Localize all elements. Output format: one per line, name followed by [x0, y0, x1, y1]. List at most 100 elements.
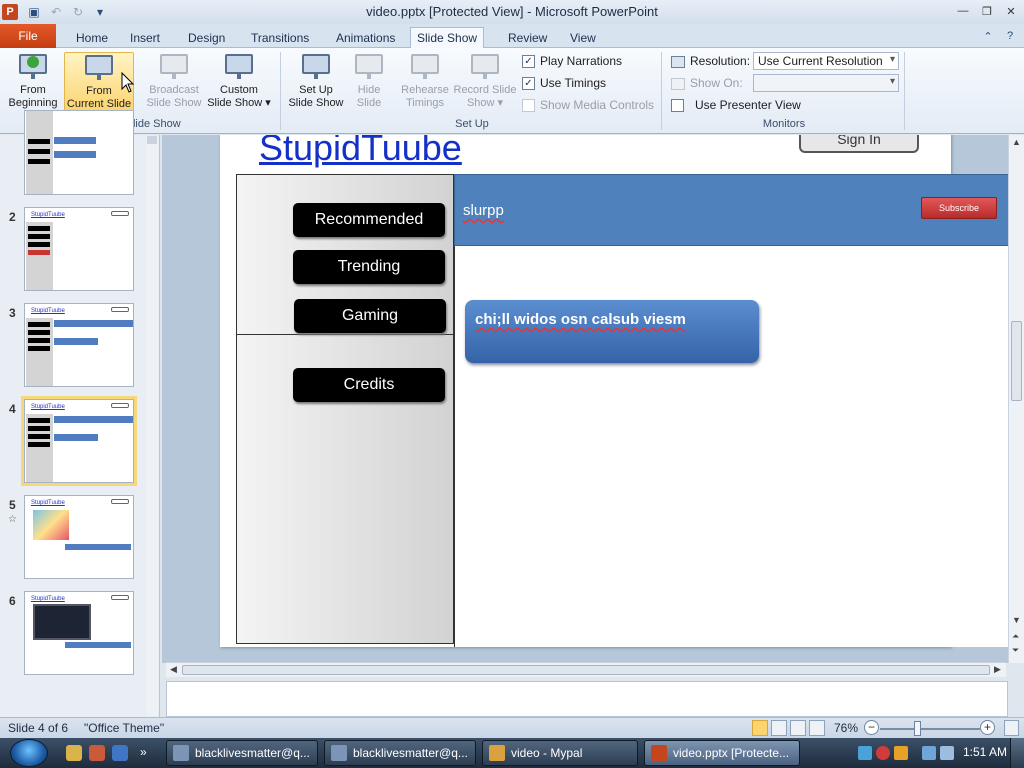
scroll-left-icon[interactable]: ◀: [170, 664, 177, 675]
zoom-slider-handle[interactable]: [914, 721, 921, 736]
slide-thumbnail[interactable]: StupidTuube: [24, 303, 134, 387]
redo-icon[interactable]: ↻: [70, 4, 86, 20]
show-media-controls-checkbox[interactable]: Show Media Controls: [522, 98, 654, 112]
slide-counter: Slide 4 of 6: [8, 721, 69, 735]
undo-icon[interactable]: ↶: [48, 4, 64, 20]
start-button-icon[interactable]: [10, 739, 48, 767]
tab-slide-show[interactable]: Slide Show: [410, 27, 485, 48]
tab-file[interactable]: File: [0, 24, 56, 48]
quick-access-toolbar: ▣ ↶ ↻ ▾: [26, 4, 108, 20]
tray-search-icon[interactable]: [894, 746, 908, 760]
nav-trending-button[interactable]: Trending: [293, 250, 445, 284]
fit-to-window-icon[interactable]: [1004, 720, 1019, 736]
scroll-thumb[interactable]: [182, 665, 990, 675]
use-presenter-view-checkbox[interactable]: Use Presenter View: [671, 98, 801, 112]
tray-network-icon[interactable]: [858, 746, 872, 760]
slide-thumbnail[interactable]: [24, 110, 134, 195]
record-slide-show-button[interactable]: Record Slide Show ▾: [450, 52, 520, 112]
tray-volume-icon[interactable]: [940, 746, 954, 760]
from-beginning-icon: [18, 52, 48, 82]
broadcast-icon: [159, 52, 189, 82]
rehearse-timings-button[interactable]: Rehearse Timings: [392, 52, 458, 112]
restore-icon[interactable]: ❐: [978, 2, 996, 20]
more-quicklaunch-icon[interactable]: »: [140, 745, 152, 761]
rehearse-timings-icon: [410, 52, 440, 82]
zoom-out-icon[interactable]: −: [864, 720, 879, 735]
from-beginning-button[interactable]: From Beginning: [0, 52, 66, 112]
tab-animations[interactable]: Animations: [330, 28, 401, 48]
minimize-icon[interactable]: —: [954, 2, 972, 20]
slide-thumbnail[interactable]: StupidTuube: [24, 495, 134, 579]
taskbar-button-active[interactable]: video.pptx [Protecte...: [644, 740, 800, 766]
quicklaunch-icon[interactable]: [66, 745, 82, 761]
notes-pane[interactable]: [166, 681, 1008, 717]
zoom-level[interactable]: 76%: [834, 721, 858, 735]
nav-credits-button[interactable]: Credits: [293, 368, 445, 402]
quicklaunch-icon[interactable]: [112, 745, 128, 761]
normal-view-icon[interactable]: [752, 720, 768, 736]
thumbnails-scrollbar[interactable]: [146, 136, 158, 716]
tab-home[interactable]: Home: [70, 28, 114, 48]
checkbox-checked-icon: ✓: [522, 76, 535, 90]
scroll-down-icon[interactable]: ▼: [1012, 615, 1021, 625]
previous-slide-icon[interactable]: ⏶: [1012, 631, 1019, 642]
slide-vertical-scrollbar[interactable]: ▲ ▼ ⏶ ⏷: [1008, 135, 1024, 663]
show-desktop-button[interactable]: [1010, 738, 1024, 768]
tab-view[interactable]: View: [564, 28, 602, 48]
custom-slide-show-icon: [224, 52, 254, 82]
nav-recommended-button[interactable]: Recommended: [293, 203, 445, 237]
subscribe-button[interactable]: Subscribe: [921, 197, 997, 219]
save-icon[interactable]: ▣: [26, 4, 42, 20]
taskbar-button[interactable]: blacklivesmatter@q...: [324, 740, 476, 766]
video-card[interactable]: chi;ll widos osn calsub viesm: [465, 300, 759, 363]
next-slide-icon[interactable]: ⏷: [1012, 645, 1019, 656]
window-icon: [173, 745, 189, 761]
scroll-right-icon[interactable]: ▶: [994, 664, 1001, 675]
slide-canvas[interactable]: StupidTuube Sign In Recommended Trending…: [220, 135, 1008, 647]
reading-view-icon[interactable]: [790, 720, 806, 736]
slide-thumbnail-selected[interactable]: StupidTuube: [21, 396, 137, 486]
channel-name: slurpp: [463, 202, 504, 219]
slide-title-link[interactable]: StupidTuube: [259, 135, 462, 169]
tab-design[interactable]: Design: [182, 28, 231, 48]
taskbar-clock[interactable]: 1:51 AM: [963, 745, 1007, 759]
tab-transitions[interactable]: Transitions: [245, 28, 315, 48]
taskbar-button[interactable]: blacklivesmatter@q...: [166, 740, 318, 766]
quicklaunch-icon[interactable]: [89, 745, 105, 761]
resolution-dropdown[interactable]: Use Current Resolution: [753, 52, 899, 70]
custom-slide-show-button[interactable]: Custom Slide Show ▾: [206, 52, 272, 112]
slide-sorter-view-icon[interactable]: [771, 720, 787, 736]
powerpoint-app-icon[interactable]: P: [2, 4, 18, 20]
tab-review[interactable]: Review: [502, 28, 553, 48]
slide-thumbnail[interactable]: StupidTuube: [24, 207, 134, 291]
tray-security-icon[interactable]: [876, 746, 890, 760]
close-icon[interactable]: ✕: [1002, 2, 1020, 20]
thumbnail-number: 4: [9, 402, 16, 416]
scroll-up-icon[interactable]: ▲: [1012, 137, 1021, 147]
slide-horizontal-scrollbar[interactable]: ◀ ▶: [166, 662, 1006, 677]
show-on-dropdown[interactable]: [753, 74, 899, 92]
set-up-icon: [301, 52, 331, 82]
slide-show-view-icon[interactable]: [809, 720, 825, 736]
zoom-slider[interactable]: [880, 728, 980, 730]
slide-thumbnail[interactable]: StupidTuube: [24, 591, 134, 675]
minimize-ribbon-icon[interactable]: ⌃: [980, 28, 996, 44]
from-current-slide-icon: [84, 53, 114, 83]
theme-name: "Office Theme": [84, 721, 165, 735]
zoom-in-icon[interactable]: +: [980, 720, 995, 735]
thumbnail-number: 3: [9, 306, 16, 320]
customize-icon[interactable]: ▾: [92, 4, 108, 20]
use-timings-checkbox[interactable]: ✓ Use Timings: [522, 76, 606, 90]
windows-taskbar: » blacklivesmatter@q... blacklivesmatter…: [0, 738, 1024, 768]
thumbnail-number: 5: [9, 498, 16, 512]
taskbar-button[interactable]: video - Mypal: [482, 740, 638, 766]
sidebar-panel: [236, 174, 454, 644]
play-narrations-checkbox[interactable]: ✓ Play Narrations: [522, 54, 622, 68]
help-icon[interactable]: ?: [1002, 28, 1018, 44]
sign-in-button[interactable]: Sign In: [799, 135, 919, 153]
scroll-thumb[interactable]: [1011, 321, 1022, 401]
broadcast-slide-show-button[interactable]: Broadcast Slide Show: [141, 52, 207, 112]
nav-gaming-button[interactable]: Gaming: [294, 299, 446, 333]
tray-display-icon[interactable]: [922, 746, 936, 760]
tab-insert[interactable]: Insert: [124, 28, 166, 48]
